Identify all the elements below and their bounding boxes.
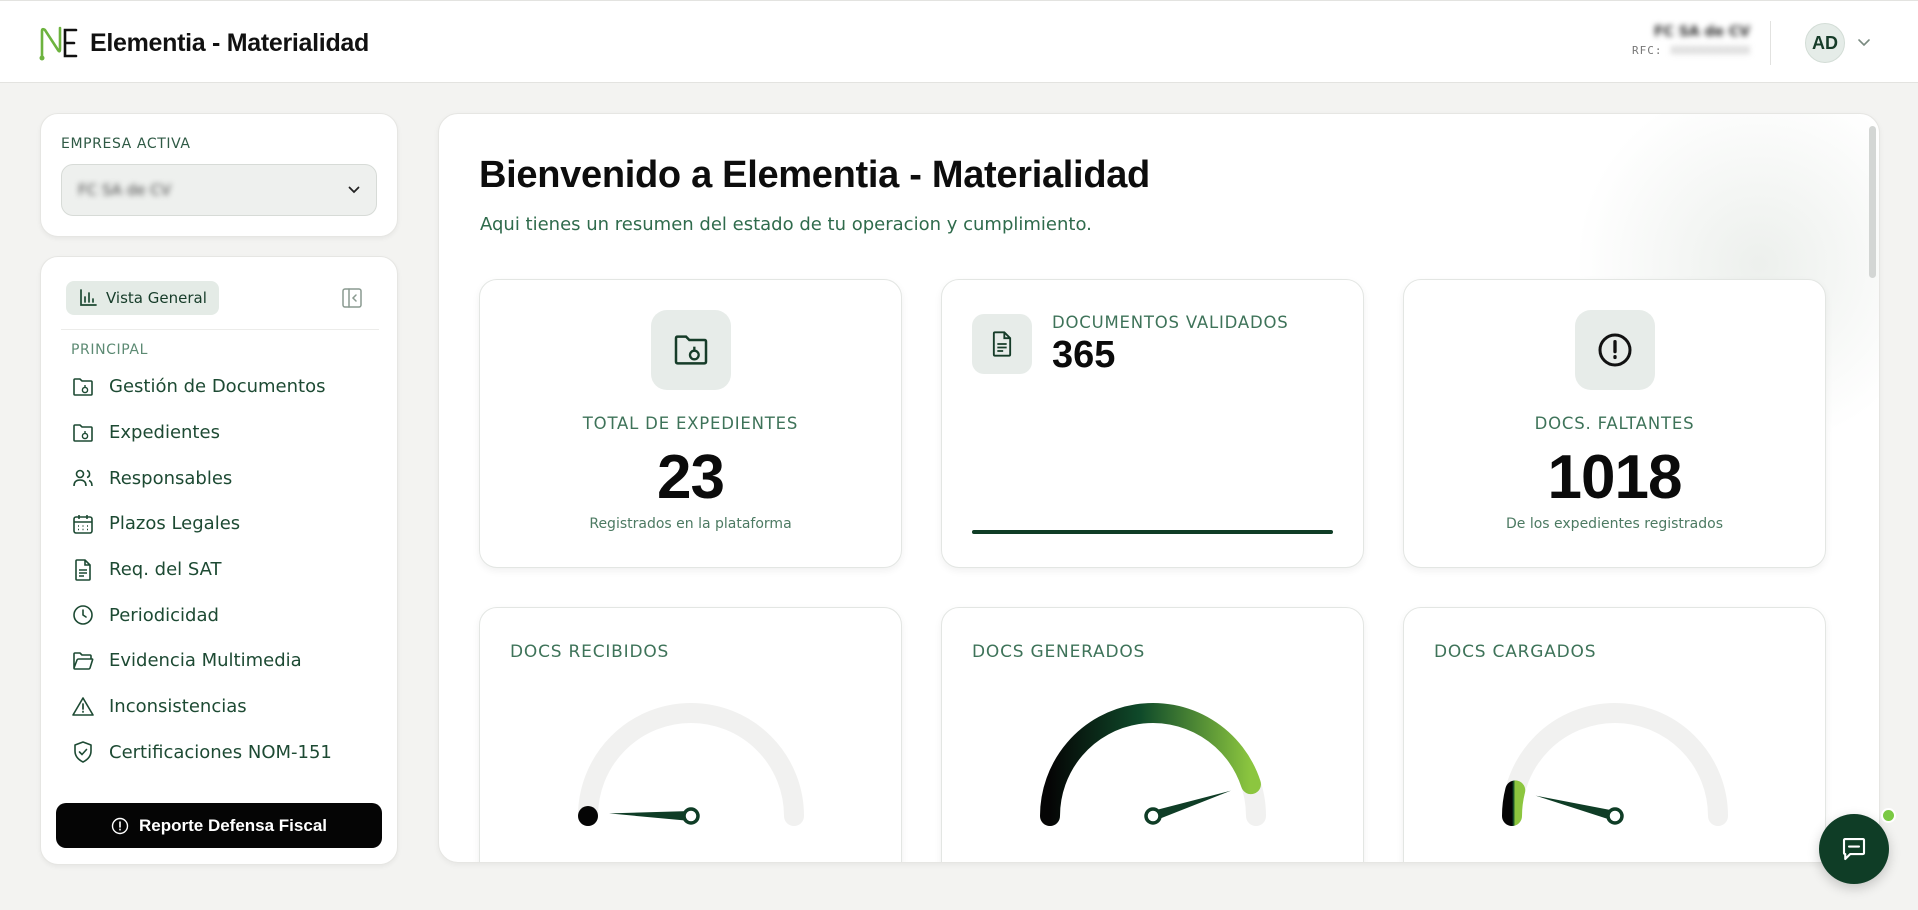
bar-chart-icon	[80, 289, 97, 306]
gauge-track	[578, 703, 804, 826]
folder-clock-icon	[651, 310, 731, 390]
sidebar-item-label: Gestión de Documentos	[109, 376, 326, 398]
rfc-value: XXXXXXXXXXXX	[1670, 44, 1750, 57]
alert-triangle-icon	[72, 696, 94, 716]
sidebar-item-label: Evidencia Multimedia	[109, 650, 302, 672]
stat-card-docs-faltantes[interactable]: DOCS. FALTANTES 1018 De los expedientes …	[1403, 279, 1826, 568]
sidebar-item-label: Periodicidad	[109, 604, 219, 626]
gauge-chart	[578, 703, 804, 826]
sidebar-item-label: Certificaciones NOM-151	[109, 741, 332, 763]
sidebar-item-req-sat[interactable]: Req. del SAT	[71, 547, 332, 593]
brand[interactable]: Elementia - Materialidad	[38, 25, 369, 61]
gauge-needle	[1535, 795, 1617, 821]
gauge-card-docs-cargados[interactable]: DOCS CARGADOS 12	[1403, 607, 1826, 862]
stat-label: DOCUMENTOS VALIDADOS	[1052, 313, 1289, 332]
gauge-track	[1502, 703, 1728, 826]
gauge-card-docs-recibidos[interactable]: DOCS RECIBIDOS 1	[479, 607, 902, 862]
sidebar-item-gestion-documentos[interactable]: Gestión de Documentos	[71, 364, 332, 410]
app-title: Elementia - Materialidad	[90, 28, 369, 57]
nav-divider	[61, 329, 379, 330]
gauge-chart	[1502, 703, 1728, 826]
chevron-down-icon	[348, 186, 360, 194]
gauge-value: 365	[942, 856, 1363, 862]
folder-open-icon	[73, 652, 94, 670]
company-select-value: FC SA de CV	[78, 181, 171, 199]
stat-label: TOTAL DE EXPEDIENTES	[582, 414, 799, 433]
users-icon	[73, 469, 93, 487]
brand-logo-icon	[39, 26, 78, 61]
gauge-track	[1040, 703, 1266, 826]
shield-check-icon	[74, 741, 92, 764]
gauge-card-docs-generados[interactable]: DOCS GENERADOS 365	[941, 607, 1364, 862]
chat-icon	[1842, 837, 1866, 861]
sidebar-item-expedientes[interactable]: Expedientes	[71, 410, 332, 456]
stat-subtitle: De los expedientes registrados	[1505, 516, 1723, 532]
user-avatar[interactable]: AD	[1805, 23, 1845, 63]
online-indicator	[1881, 808, 1896, 823]
rfc-label: RFC:	[1632, 44, 1663, 57]
sidebar-item-periodicidad[interactable]: Periodicidad	[71, 592, 332, 638]
collapse-sidebar-icon[interactable]	[341, 287, 363, 309]
page-subtitle: Aqui tienes un resumen del estado de tu …	[480, 214, 1092, 235]
gauge-needle	[609, 811, 692, 821]
gauge-chart	[1040, 703, 1266, 826]
stat-label: DOCS. FALTANTES	[1534, 414, 1695, 433]
stat-value: 23	[657, 443, 725, 512]
dashboard-panel: Bienvenido a Elementia - Materialidad Aq…	[438, 113, 1880, 863]
sidebar-item-label: Responsables	[109, 467, 233, 489]
stat-card-total-expedientes[interactable]: TOTAL DE EXPEDIENTES 23 Registrados en l…	[479, 279, 902, 568]
validated-progress-fill	[972, 530, 1333, 534]
sidebar-item-label: Plazos Legales	[109, 513, 241, 535]
report-button-label: Reporte Defensa Fiscal	[138, 815, 327, 835]
calendar-icon	[73, 514, 93, 534]
stat-card-documentos-validados[interactable]: DOCUMENTOS VALIDADOS 365	[941, 279, 1364, 568]
folder-clock-icon	[73, 378, 93, 396]
folder-clock-icon	[73, 423, 93, 442]
sidebar-item-inconsistencias[interactable]: Inconsistencias	[71, 684, 332, 730]
gauge-value: 1	[480, 856, 901, 862]
clock-icon	[73, 605, 93, 626]
nav-vista-general[interactable]: Vista General	[66, 281, 219, 315]
stat-subtitle: Registrados en la plataforma	[589, 516, 792, 532]
gauge-value-arc	[1502, 780, 1526, 826]
stat-value: 1018	[1547, 443, 1683, 512]
nav-section-principal: PRINCIPAL	[71, 342, 148, 358]
sidebar-item-certificaciones[interactable]: Certificaciones NOM-151	[71, 730, 332, 776]
sidebar-nav: Vista General PRINCIPAL Gestión de Docum…	[40, 256, 398, 865]
gauge-needle-hub	[682, 807, 700, 825]
document-icon	[75, 558, 91, 581]
active-company-info: FC SA de CV RFC: XXXXXXXXXXXX	[1632, 21, 1750, 57]
stat-value: 365	[1052, 334, 1116, 376]
page-title: Bienvenido a Elementia - Materialidad	[479, 154, 1150, 196]
sidebar-item-label: Inconsistencias	[109, 696, 247, 718]
gauge-needle	[1151, 790, 1231, 821]
nav-vista-general-label: Vista General	[106, 289, 207, 307]
sidebar-item-plazos-legales[interactable]: Plazos Legales	[71, 501, 332, 547]
document-icon	[972, 314, 1032, 374]
active-company-card: EMPRESA ACTIVA FC SA de CV	[40, 113, 398, 237]
chat-button[interactable]	[1819, 814, 1889, 884]
validated-progress-track	[972, 530, 1333, 534]
company-select[interactable]: FC SA de CV	[61, 164, 377, 216]
gauge-value: 12	[1404, 856, 1825, 862]
chevron-down-icon[interactable]	[1857, 37, 1871, 47]
top-bar: Elementia - Materialidad FC SA de CV RFC…	[0, 0, 1918, 83]
sidebar-item-label: Req. del SAT	[109, 559, 222, 581]
gauge-needle-hub	[1144, 807, 1162, 825]
top-divider	[1770, 21, 1771, 65]
active-company-label: EMPRESA ACTIVA	[61, 136, 191, 152]
report-defensa-fiscal-button[interactable]: Reporte Defensa Fiscal	[56, 803, 382, 848]
gauge-value-arc	[578, 806, 598, 826]
alert-circle-icon	[1575, 310, 1655, 390]
main-scrollbar[interactable]	[1869, 126, 1876, 278]
gauge-value-arc	[1040, 703, 1261, 826]
gauge-needle-hub	[1606, 807, 1624, 825]
company-name: FC SA de CV	[1653, 24, 1750, 40]
alert-circle-icon	[111, 817, 129, 834]
sidebar-item-label: Expedientes	[109, 422, 220, 444]
nav-list: Gestión de Documentos Expedientes Respon…	[71, 364, 332, 775]
sidebar-item-responsables[interactable]: Responsables	[71, 455, 332, 501]
sidebar-item-evidencia-multimedia[interactable]: Evidencia Multimedia	[71, 638, 332, 684]
